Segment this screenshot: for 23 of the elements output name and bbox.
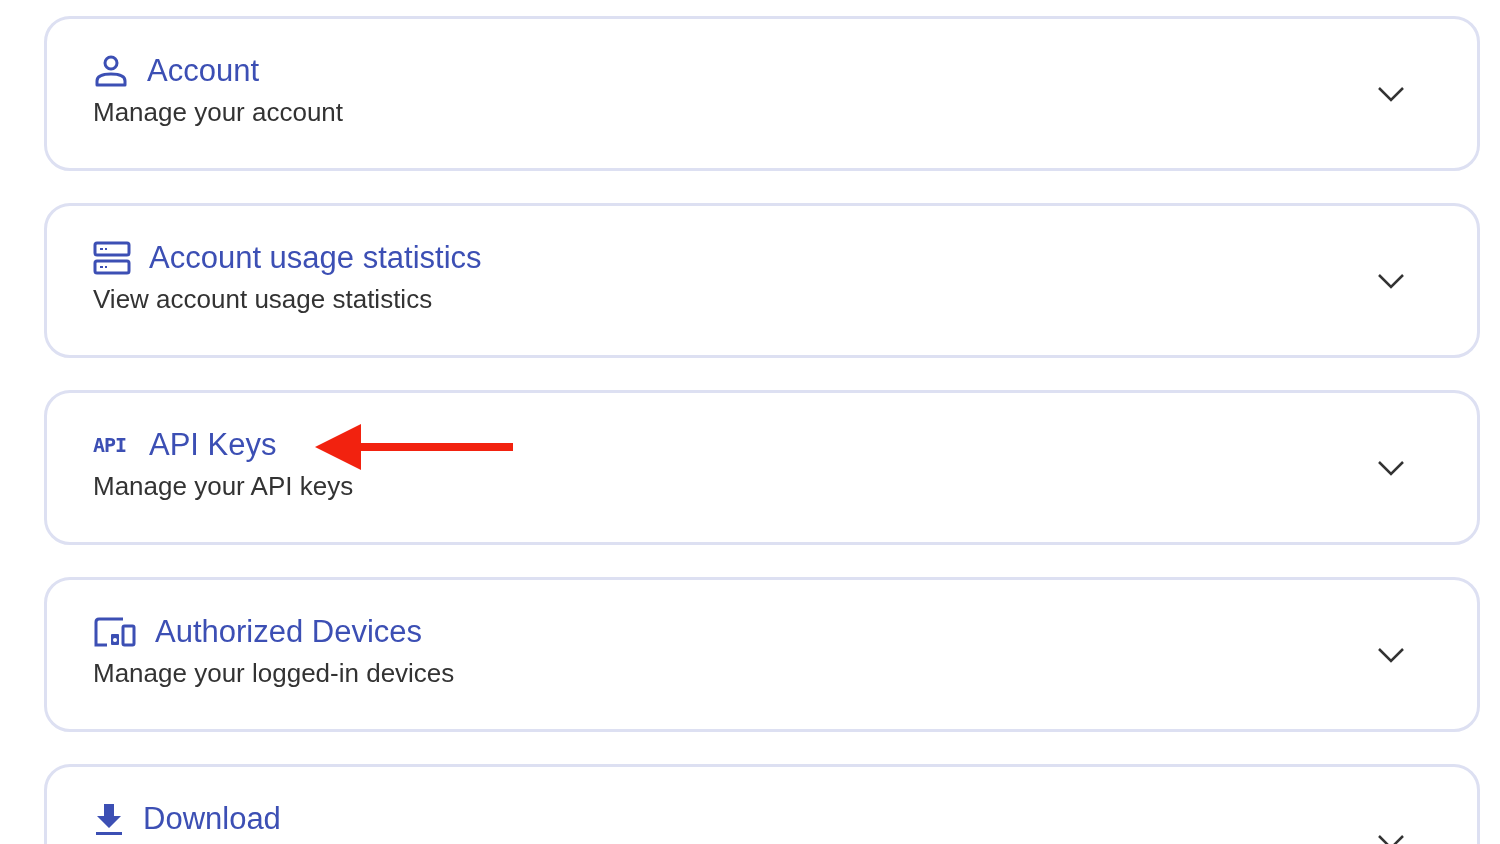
section-title: Account [147, 53, 259, 89]
section-subtitle: View account usage statistics [93, 284, 434, 315]
section-subtitle: Manage your API keys [93, 471, 354, 502]
person-icon [93, 55, 129, 87]
section-card[interactable]: Authorized Devices Manage your logged-in devices [44, 577, 1480, 732]
section-title: Download [143, 801, 281, 837]
section-title: Authorized Devices [155, 614, 423, 650]
download-icon [93, 802, 125, 836]
storage-icon [93, 241, 131, 275]
section-card[interactable]: API API Keys Manage your API keys [44, 390, 1480, 545]
section-title: Account usage statistics [149, 240, 482, 276]
section-card[interactable]: Download [44, 764, 1480, 844]
section-subtitle: Manage your logged-in devices [93, 658, 455, 689]
section-card[interactable]: Account Manage your account [44, 16, 1480, 171]
api-icon: API [93, 433, 131, 457]
chevron-down-icon[interactable] [1377, 646, 1405, 663]
section-subtitle: Manage your account [93, 97, 344, 128]
section-title: API Keys [149, 427, 277, 463]
chevron-down-icon[interactable] [1377, 272, 1405, 289]
chevron-down-icon[interactable] [1377, 459, 1405, 476]
devices-icon [93, 616, 137, 648]
section-card[interactable]: Account usage statistics View account usage statistics [44, 203, 1480, 358]
chevron-down-icon[interactable] [1377, 85, 1405, 102]
